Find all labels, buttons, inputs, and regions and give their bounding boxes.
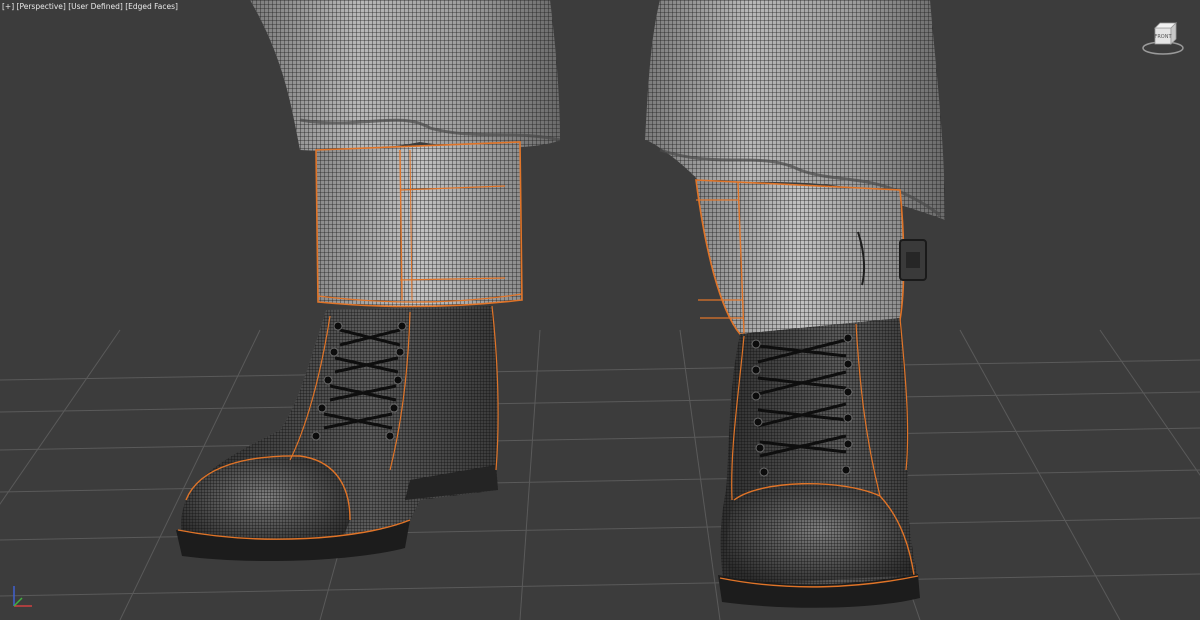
3d-scene-render[interactable] bbox=[0, 0, 1200, 620]
ground-grid bbox=[0, 329, 1200, 620]
viewport-menu-label[interactable]: [+] bbox=[2, 2, 14, 11]
viewport-label-bar: [+] [Perspective] [User Defined] [Edged … bbox=[2, 2, 178, 11]
viewcube-face-label: FRONT bbox=[1154, 34, 1172, 40]
right-cuff-wrap[interactable] bbox=[695, 179, 927, 336]
right-boot[interactable] bbox=[718, 317, 920, 608]
viewcube-icon[interactable]: FRONT bbox=[1138, 18, 1188, 58]
viewport-display-label[interactable]: [Edged Faces] bbox=[125, 2, 178, 11]
viewport-shading-label[interactable]: [User Defined] bbox=[68, 2, 123, 11]
left-boot[interactable] bbox=[176, 305, 499, 562]
left-cuff-wrap[interactable] bbox=[315, 141, 523, 308]
viewport-view-label[interactable]: [Perspective] bbox=[17, 2, 66, 11]
viewport-perspective[interactable]: [+] [Perspective] [User Defined] [Edged … bbox=[0, 0, 1200, 620]
axis-tripod-icon bbox=[13, 586, 32, 607]
left-trouser-leg[interactable] bbox=[250, 0, 561, 151]
